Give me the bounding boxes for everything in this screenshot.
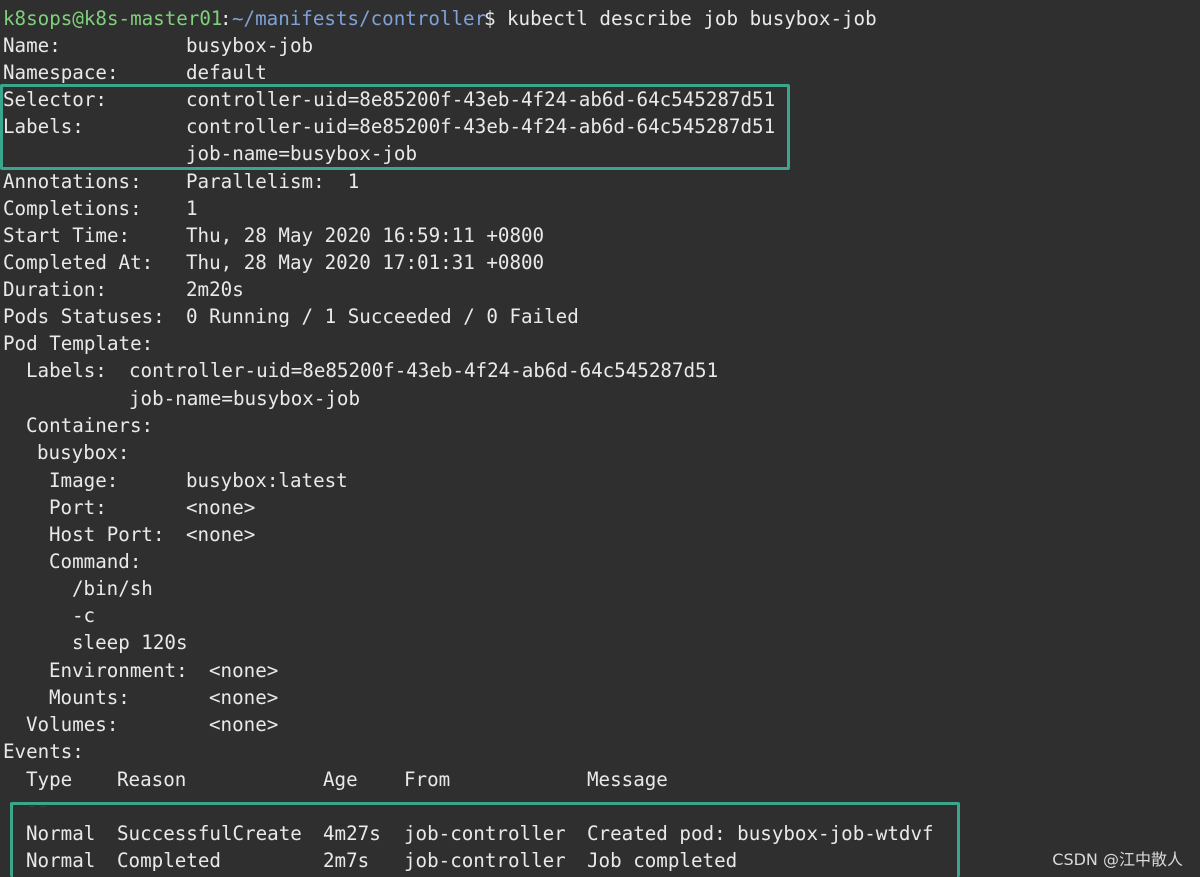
field-value: job-name=busybox-job — [129, 387, 361, 410]
events-dash-row: ---- ------ ---- ---- ------- — [0, 793, 46, 807]
container-image: Image: busybox:latest — [0, 467, 348, 494]
field-value: 2m20s — [186, 278, 244, 301]
field-key: Duration: — [3, 278, 107, 301]
container-host-port: Host Port: <none> — [0, 521, 255, 548]
container-environment: Environment: <none> — [0, 657, 278, 684]
terminal-window[interactable]: k8sops@k8s-master01 : ~/manifests/contro… — [0, 0, 1200, 877]
prompt-command: kubectl describe job busybox-job — [507, 7, 877, 30]
field-value: busybox-job — [186, 34, 314, 57]
field-key: Annotations: — [3, 170, 142, 193]
pod-template-heading: Pod Template: — [0, 330, 153, 357]
event-message: Job completed — [587, 849, 738, 872]
field-labels-continued: job-name=busybox-job — [0, 140, 417, 167]
column-header-from: From — [404, 768, 451, 791]
column-header-reason: Reason — [117, 768, 187, 791]
event-row: Normal SuccessfulCreate 4m27s job-contro… — [0, 820, 934, 847]
container-mounts: Mounts: <none> — [0, 684, 278, 711]
field-value: controller-uid=8e85200f-43eb-4f24-ab6d-6… — [186, 88, 776, 111]
command-line: -c — [0, 602, 95, 629]
event-message: Created pod: busybox-job-wtdvf — [587, 822, 934, 845]
field-value: job-name=busybox-job — [186, 142, 418, 165]
field-key: Name: — [3, 34, 61, 57]
column-header-age: Age — [323, 768, 358, 791]
field-value: default — [186, 61, 267, 84]
field-annotations: Annotations: Parallelism: 1 — [0, 168, 359, 195]
events-heading: Events: — [0, 738, 84, 765]
field-key: Labels: — [26, 359, 107, 382]
field-pods-statuses: Pods Statuses: 0 Running / 1 Succeeded /… — [0, 303, 579, 330]
field-value: controller-uid=8e85200f-43eb-4f24-ab6d-6… — [129, 359, 719, 382]
field-key: Completed At: — [3, 251, 154, 274]
event-from: job-controller — [404, 822, 566, 845]
field-value: controller-uid=8e85200f-43eb-4f24-ab6d-6… — [186, 115, 776, 138]
field-key: Completions: — [3, 197, 142, 220]
event-age: 4m27s — [323, 822, 381, 845]
field-start-time: Start Time: Thu, 28 May 2020 16:59:11 +0… — [0, 222, 544, 249]
field-completions: Completions: 1 — [0, 195, 198, 222]
command-line: /bin/sh — [0, 575, 153, 602]
command-arg: sleep 120s — [72, 631, 188, 654]
event-type: Normal — [26, 849, 96, 872]
field-value: Parallelism: 1 — [186, 170, 360, 193]
field-value: <none> — [186, 523, 256, 546]
csdn-watermark: CSDN @江中散人 — [1052, 850, 1183, 869]
event-type: Normal — [26, 822, 96, 845]
container-label: busybox: — [37, 441, 130, 464]
field-key: Host Port: — [49, 523, 165, 546]
section-heading: Events: — [3, 740, 84, 763]
field-key: Selector: — [3, 88, 107, 111]
column-header-type: Type — [26, 768, 73, 791]
event-age: 2m7s — [323, 849, 370, 872]
field-value: 1 — [186, 197, 198, 220]
event-from: job-controller — [404, 849, 566, 872]
command-arg: -c — [72, 604, 96, 627]
section-heading: Containers: — [26, 414, 154, 437]
field-key: Port: — [49, 496, 107, 519]
field-key: Namespace: — [3, 61, 119, 84]
field-completed-at: Completed At: Thu, 28 May 2020 17:01:31 … — [0, 249, 544, 276]
pod-template-volumes: Volumes: <none> — [0, 711, 278, 738]
command-line: sleep 120s — [0, 629, 188, 656]
container-name: busybox: — [0, 439, 129, 466]
pod-template-labels: Labels: controller-uid=8e85200f-43eb-4f2… — [0, 357, 718, 384]
section-heading: Pod Template: — [3, 332, 154, 355]
command-arg: /bin/sh — [72, 577, 153, 600]
field-key: Start Time: — [3, 224, 131, 247]
field-value: <none> — [186, 496, 256, 519]
prompt-separator: : — [220, 7, 232, 30]
event-reason: Completed — [117, 849, 221, 872]
field-key: Mounts: — [49, 686, 130, 709]
field-value: Thu, 28 May 2020 16:59:11 +0800 — [186, 224, 545, 247]
pod-template-labels-continued: job-name=busybox-job — [0, 385, 360, 412]
container-port: Port: <none> — [0, 494, 255, 521]
field-value: <none> — [209, 659, 279, 682]
field-key: Pods Statuses: — [3, 305, 165, 328]
event-reason: SuccessfulCreate — [117, 822, 302, 845]
event-row: Normal Completed 2m7s job-controller Job… — [0, 847, 737, 874]
field-key: Image: — [49, 469, 119, 492]
field-duration: Duration: 2m20s — [0, 276, 244, 303]
field-value: Thu, 28 May 2020 17:01:31 +0800 — [186, 251, 545, 274]
field-name: Name: busybox-job — [0, 32, 313, 59]
prompt-path: ~/manifests/controller — [232, 7, 487, 30]
containers-heading: Containers: — [0, 412, 153, 439]
field-key: Labels: — [3, 115, 84, 138]
prompt-line: k8sops@k8s-master01 : ~/manifests/contro… — [0, 5, 877, 32]
column-header-message: Message — [587, 768, 668, 791]
field-labels: Labels: controller-uid=8e85200f-43eb-4f2… — [0, 113, 775, 140]
field-value: <none> — [209, 686, 279, 709]
prompt-user-host: k8sops@k8s-master01 — [3, 7, 223, 30]
dash-separator: ---- — [26, 795, 46, 807]
field-key: Environment: — [49, 659, 188, 682]
container-command: Command: — [0, 548, 141, 575]
field-key: Volumes: — [26, 713, 119, 736]
field-namespace: Namespace: default — [0, 59, 267, 86]
field-selector: Selector: controller-uid=8e85200f-43eb-4… — [0, 86, 775, 113]
field-value: busybox:latest — [186, 469, 348, 492]
field-key: Command: — [49, 550, 142, 573]
prompt-symbol: $ — [484, 7, 496, 30]
field-value: <none> — [209, 713, 279, 736]
field-value: 0 Running / 1 Succeeded / 0 Failed — [186, 305, 579, 328]
events-header-row: Type Reason Age From Message — [0, 766, 668, 793]
